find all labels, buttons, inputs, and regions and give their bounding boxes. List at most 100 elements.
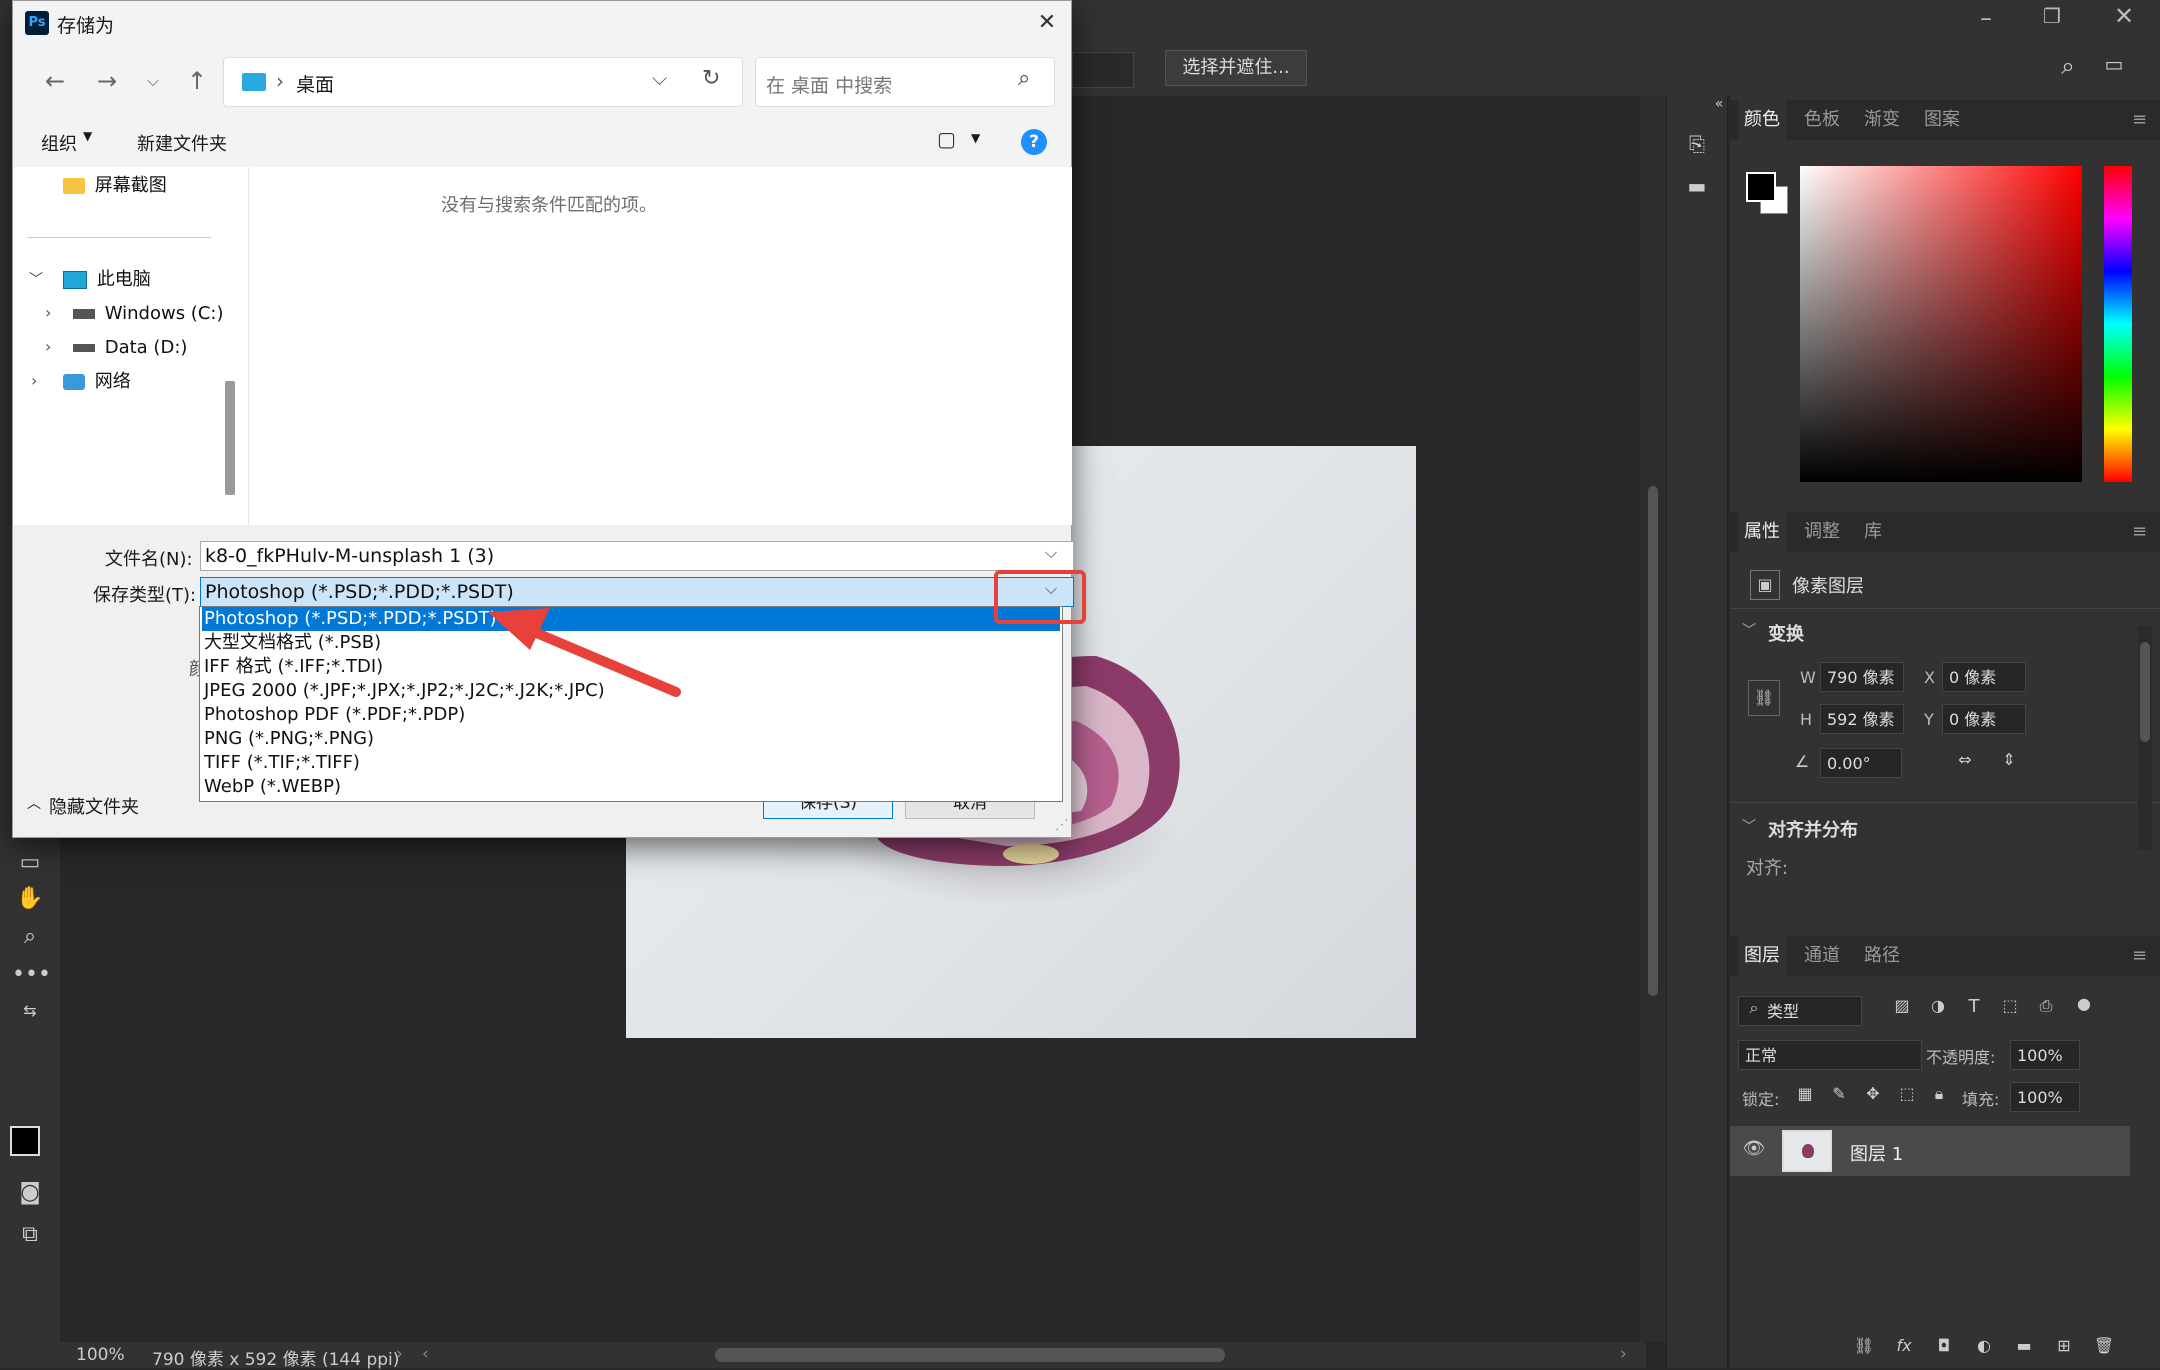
comments-icon[interactable]: ▬ (1681, 174, 1713, 198)
breadcrumb-desktop[interactable]: 桌面 (296, 70, 334, 97)
panel-menu-icon[interactable]: ≡ (2132, 512, 2147, 552)
restore-icon[interactable]: ❐ (2032, 4, 2072, 28)
lock-all-icon[interactable]: 🔒︎ (1928, 1084, 1950, 1104)
height-field[interactable]: 592 像素 (1820, 704, 1904, 734)
sidebar-item-network[interactable]: 网络 (63, 365, 131, 399)
fill-field[interactable]: 100% (2010, 1082, 2080, 1112)
chevron-right-icon[interactable]: › (396, 1344, 403, 1364)
y-field[interactable]: 0 像素 (1942, 704, 2026, 734)
zoom-level[interactable]: 100% (76, 1345, 125, 1365)
chevron-right-icon[interactable]: › (45, 337, 51, 356)
fx-icon[interactable]: fx (1892, 1336, 1916, 1355)
chevron-right-icon[interactable]: › (31, 371, 37, 390)
flip-horizontal-icon[interactable]: ⇔ (1952, 750, 1978, 769)
minimize-icon[interactable]: – (1966, 4, 2006, 32)
color-picker-field[interactable] (1800, 166, 2082, 482)
collapse-left-icon[interactable]: « (1711, 96, 1727, 112)
transform-title[interactable]: 变换 (1768, 620, 1804, 646)
forward-icon[interactable]: → (87, 61, 127, 101)
panel-menu-icon[interactable]: ≡ (2132, 100, 2147, 140)
tab-properties[interactable]: 属性 (1738, 512, 1786, 552)
view-options-icon[interactable]: ▢ (937, 127, 956, 151)
shape-filter-icon[interactable]: ⬚ (1998, 996, 2022, 1015)
recent-locations-icon[interactable]: ⌵ (133, 61, 173, 101)
tab-channels[interactable]: 通道 (1804, 936, 1840, 976)
quick-mask-icon[interactable]: ◙ (12, 1178, 48, 1208)
sidebar-item-this-pc[interactable]: 此电脑 (63, 263, 151, 297)
dropdown-option[interactable]: TIFF (*.TIF;*.TIFF) (202, 751, 1060, 775)
chevron-down-icon[interactable]: ▼ (971, 131, 980, 145)
filter-toggle-icon[interactable]: ● (2074, 994, 2094, 1013)
foreground-color-swatch[interactable] (10, 1126, 40, 1156)
blend-mode-select[interactable]: 正常 (1738, 1040, 1922, 1070)
dropdown-option[interactable]: PNG (*.PNG;*.PNG) (202, 727, 1060, 751)
link-layers-icon[interactable]: ⛓ (1852, 1336, 1876, 1355)
new-folder-button[interactable]: 新建文件夹 (137, 130, 227, 156)
scroll-thumb[interactable] (1648, 486, 1658, 996)
angle-field[interactable]: 0.00° (1820, 748, 1902, 778)
layer-row[interactable]: 👁︎ 图层 1 (1730, 1126, 2130, 1176)
type-filter-icon[interactable]: T (1962, 996, 1986, 1017)
close-icon[interactable]: ✕ (1031, 7, 1063, 39)
tab-swatches[interactable]: 色板 (1804, 100, 1840, 140)
eye-icon[interactable]: 👁︎ (1742, 1138, 1766, 1159)
chevron-down-icon[interactable]: ⌵ (1045, 543, 1057, 563)
panel-menu-icon[interactable]: ≡ (2132, 936, 2147, 976)
horizontal-scroll-thumb[interactable] (715, 1348, 1225, 1362)
chevron-down-icon[interactable]: ⌵ (652, 66, 667, 90)
hand-tool-icon[interactable]: ✋ (12, 884, 48, 914)
lock-position-icon[interactable]: ✥ (1862, 1084, 1884, 1103)
sidebar-item-drive-c[interactable]: Windows (C:) (73, 297, 223, 331)
refresh-icon[interactable]: ↻ (702, 66, 720, 91)
tab-libraries[interactable]: 库 (1864, 512, 1882, 552)
smart-object-filter-icon[interactable]: ⎙ (2034, 996, 2058, 1016)
workspace-icon[interactable]: ▭ (2098, 52, 2130, 76)
add-mask-icon[interactable]: ◘ (1932, 1336, 1956, 1355)
sidebar-item-drive-d[interactable]: Data (D:) (73, 331, 187, 365)
width-field[interactable]: 790 像素 (1820, 662, 1904, 692)
tab-adjustments[interactable]: 调整 (1804, 512, 1840, 552)
adjustment-filter-icon[interactable]: ◑ (1926, 996, 1950, 1015)
sidebar-item-screenshots[interactable]: 屏幕截图 (63, 169, 167, 203)
document-info[interactable]: 790 像素 x 592 像素 (144 ppi) (152, 1345, 399, 1370)
swap-colors-icon[interactable]: ⇆ (12, 996, 48, 1026)
align-distribute-title[interactable]: 对齐并分布 (1768, 816, 1858, 842)
hide-folders-button[interactable]: 隐藏文件夹 (49, 793, 139, 819)
filename-input[interactable]: k8-0_fkPHulv-M-unsplash 1 (3) (200, 541, 1074, 571)
tab-color[interactable]: 颜色 (1738, 100, 1786, 140)
chevron-down-icon[interactable]: ▼ (83, 129, 92, 143)
organize-menu[interactable]: 组织 (41, 130, 77, 156)
help-icon[interactable]: ? (1021, 129, 1047, 155)
back-icon[interactable]: ← (35, 61, 75, 101)
chevron-down-icon[interactable]: ﹀ (29, 269, 43, 289)
sidebar-scroll-thumb[interactable] (225, 381, 235, 495)
more-tools-icon[interactable]: ••• (12, 960, 51, 990)
dropdown-option[interactable]: WebP (*.WEBP) (202, 775, 1060, 799)
search-icon[interactable]: ⌕ (2052, 52, 2084, 80)
properties-scrollbar[interactable] (2138, 626, 2152, 850)
chevron-up-icon[interactable]: ︿ (27, 793, 41, 813)
link-icon[interactable]: ⛓ (1748, 680, 1780, 716)
tab-patterns[interactable]: 图案 (1924, 100, 1960, 140)
screen-mode-icon[interactable]: ⧉ (12, 1220, 48, 1250)
trash-icon[interactable]: 🗑︎ (2092, 1336, 2116, 1355)
flip-vertical-icon[interactable]: ⇕ (1996, 750, 2022, 769)
image-filter-icon[interactable]: ▨ (1890, 996, 1914, 1015)
scroll-thumb[interactable] (2140, 642, 2150, 742)
chevron-right-icon[interactable]: › (1620, 1344, 1627, 1364)
chevron-right-icon[interactable]: › (45, 303, 51, 322)
resize-grip-icon[interactable]: ⋰ (1055, 817, 1069, 833)
close-icon[interactable]: ✕ (2104, 2, 2144, 30)
vertical-scrollbar[interactable] (1640, 96, 1666, 1342)
history-icon[interactable]: ⎘ (1681, 132, 1713, 156)
hue-slider[interactable] (2104, 166, 2132, 482)
up-icon[interactable]: ↑ (177, 61, 217, 101)
zoom-tool-icon[interactable]: ⌕ (12, 922, 48, 952)
address-bar[interactable]: › 桌面 ⌵ ↻ (223, 57, 743, 107)
marquee-tool-icon[interactable]: ▭ (12, 848, 48, 878)
opacity-field[interactable]: 100% (2010, 1040, 2080, 1070)
new-adjustment-icon[interactable]: ◐ (1972, 1336, 1996, 1355)
lock-pixels-icon[interactable]: ✎ (1828, 1084, 1850, 1103)
options-field[interactable] (1072, 52, 1134, 88)
layer-name[interactable]: 图层 1 (1850, 1140, 1903, 1166)
